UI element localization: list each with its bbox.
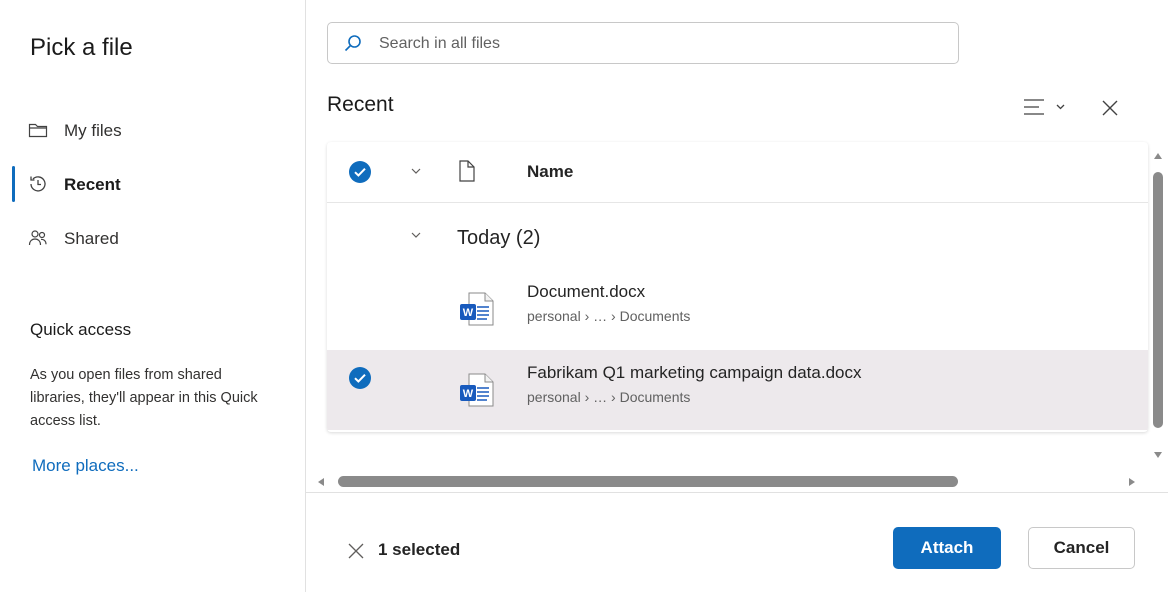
- scroll-left-arrow-icon[interactable]: [315, 476, 327, 488]
- word-document-icon: W: [460, 373, 494, 407]
- scroll-down-arrow-icon[interactable]: [1152, 450, 1164, 460]
- file-name: Fabrikam Q1 marketing campaign data.docx: [527, 363, 862, 382]
- close-icon: [1102, 100, 1118, 116]
- group-label: Today (2): [457, 227, 541, 249]
- select-all-checkbox[interactable]: [349, 161, 371, 183]
- folder-icon: [28, 123, 48, 138]
- search-input[interactable]: [377, 26, 941, 62]
- nav-item-label: Shared: [64, 229, 119, 248]
- group-header-today[interactable]: Today (2): [327, 204, 1148, 270]
- close-button[interactable]: [1096, 92, 1126, 124]
- quick-access-heading: Quick access: [30, 320, 132, 339]
- clear-selection-icon[interactable]: [345, 540, 367, 562]
- chevron-down-icon[interactable]: [409, 230, 423, 242]
- view-options-button[interactable]: [1020, 92, 1072, 124]
- file-type-icon: [459, 160, 475, 182]
- cancel-button[interactable]: Cancel: [1028, 527, 1135, 569]
- navigation-pane: [0, 0, 306, 592]
- recent-clock-icon: [30, 176, 46, 192]
- file-row[interactable]: W Document.docx personal › … › Documents: [327, 269, 1148, 349]
- column-header-name[interactable]: Name: [527, 162, 573, 182]
- scroll-right-arrow-icon[interactable]: [1126, 476, 1138, 488]
- vertical-scrollbar-thumb[interactable]: [1153, 172, 1163, 428]
- search-icon: [344, 35, 361, 52]
- attach-button[interactable]: Attach: [893, 527, 1001, 569]
- dialog-title: Pick a file: [30, 34, 133, 61]
- section-title: Recent: [327, 93, 394, 116]
- nav-item-my-files[interactable]: My files: [0, 110, 290, 150]
- nav-item-label: My files: [64, 121, 122, 140]
- file-list: Name Today (2) W Document.docx personal …: [327, 142, 1148, 432]
- row-checkbox[interactable]: [349, 367, 371, 389]
- people-icon: [28, 230, 47, 246]
- word-document-icon: W: [460, 292, 494, 326]
- chevron-down-icon[interactable]: [409, 166, 423, 178]
- file-row-selected[interactable]: W Fabrikam Q1 marketing campaign data.do…: [327, 350, 1148, 430]
- scroll-up-arrow-icon[interactable]: [1152, 151, 1164, 161]
- nav-item-recent[interactable]: Recent: [0, 164, 290, 204]
- svg-text:W: W: [463, 307, 474, 319]
- more-places-link[interactable]: More places...: [32, 456, 139, 476]
- file-path: personal › … › Documents: [527, 389, 691, 405]
- nav-item-label: Recent: [64, 175, 121, 194]
- view-options-icon: [1024, 99, 1065, 115]
- svg-text:W: W: [463, 388, 474, 400]
- footer-divider: [306, 492, 1168, 493]
- nav-item-shared[interactable]: Shared: [0, 218, 290, 258]
- selected-count: 1 selected: [378, 540, 461, 559]
- horizontal-scrollbar-thumb[interactable]: [338, 476, 958, 487]
- file-path: personal › … › Documents: [527, 308, 691, 324]
- file-name: Document.docx: [527, 282, 646, 301]
- list-header: Name: [327, 142, 1148, 203]
- quick-access-description: As you open files from shared libraries,…: [30, 367, 258, 429]
